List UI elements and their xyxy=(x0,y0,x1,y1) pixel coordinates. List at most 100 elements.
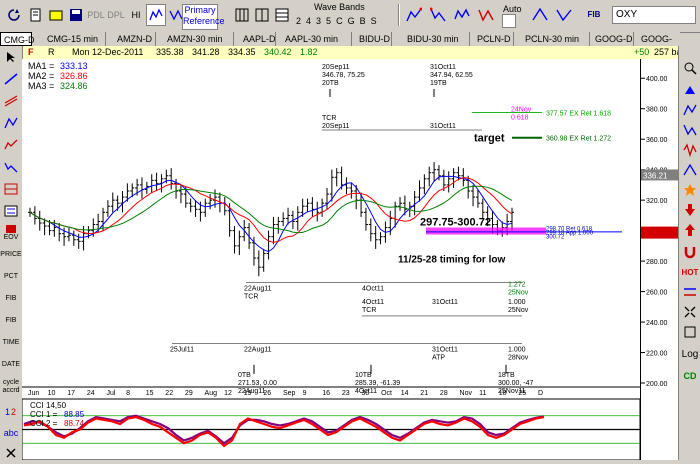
tab-pcln-30min[interactable]: PCLN-30 min xyxy=(522,32,590,46)
grid-icon[interactable] xyxy=(232,4,252,26)
wave-5-button[interactable]: 5 xyxy=(326,16,336,26)
magnet-icon[interactable] xyxy=(680,242,700,262)
hi-button[interactable]: HI xyxy=(126,4,146,26)
symbol-tabs: CMG-D CMG-15 min AMZN-D AMZN-30 min AAPL… xyxy=(0,32,680,47)
tab-bidu-30min[interactable]: BIDU-30 min xyxy=(404,32,470,46)
wave-2-button[interactable]: 2 xyxy=(296,16,306,26)
close-tool-icon[interactable] xyxy=(1,442,21,464)
open-document-icon[interactable] xyxy=(46,4,66,26)
tab-amzn-30min[interactable]: AMZN-30 min xyxy=(164,32,234,46)
fib-ext-1272-label: 360.98 EX Ret 1.272 xyxy=(546,136,611,143)
star-marker-icon[interactable] xyxy=(680,180,700,200)
price-chart-panel[interactable]: MA1 = 333.13 MA2 = 326.86 MA3 = 324.86 20Sep11… xyxy=(21,59,641,461)
pattern-arrow-icon[interactable] xyxy=(554,4,574,26)
wave-down-tool-icon[interactable] xyxy=(1,156,21,178)
fib-price-tool[interactable]: FIB xyxy=(1,288,21,310)
arrow-down-marker-icon[interactable] xyxy=(680,200,700,220)
target-range-band xyxy=(426,227,546,235)
new-document-icon[interactable] xyxy=(26,4,46,26)
pattern-triangle-icon[interactable] xyxy=(530,4,550,26)
x-axis-label: 23 xyxy=(342,390,350,397)
tab-pcln-d[interactable]: PCLN-D xyxy=(474,32,514,46)
wave-numbers[interactable]: 2435CGBS xyxy=(296,16,382,26)
wave-chart-icon[interactable] xyxy=(146,4,166,26)
primary-reference-toggle[interactable]: Primary Reference xyxy=(182,4,225,30)
pivot-label-31oct: 31Oct11 xyxy=(430,64,456,71)
hot-label[interactable]: HOT xyxy=(680,262,700,282)
price-chart-svg[interactable]: MA1 = 333.13 MA2 = 326.86 MA3 = 324.86 20Sep11… xyxy=(21,59,641,461)
table-icon[interactable] xyxy=(272,4,292,26)
abc-label-tool[interactable]: abc xyxy=(1,422,21,444)
x-axis-label: Nov xyxy=(460,390,473,397)
x-axis-label: 28 xyxy=(440,390,448,397)
cursor-tool-icon[interactable] xyxy=(1,46,21,68)
pattern-up-icon[interactable] xyxy=(404,4,424,26)
pct-tool[interactable]: PCT xyxy=(1,266,21,288)
line-style-icon[interactable] xyxy=(680,282,700,302)
price-tick-label: 360.00 xyxy=(646,137,668,144)
wave-label-tool-icon[interactable]: 12 xyxy=(1,400,21,422)
tab-cmg-15min[interactable]: CMG-15 min xyxy=(44,32,106,46)
tab-aapl-d[interactable]: AAPL-D xyxy=(240,32,276,46)
bar-high: 341.28 xyxy=(192,47,220,57)
save-icon[interactable] xyxy=(66,4,86,26)
date-tool[interactable]: DATE xyxy=(1,354,21,376)
wave-up-tool-icon[interactable] xyxy=(1,134,21,156)
wave-marker-down-icon[interactable] xyxy=(680,120,700,140)
wave-marker-mixed-icon[interactable] xyxy=(680,140,700,160)
scale-up-icon[interactable] xyxy=(680,220,700,240)
tab-amzn-d[interactable]: AMZN-D xyxy=(114,32,156,46)
tab-goog-d[interactable]: GOOG-D xyxy=(592,32,634,46)
tab-bidu-d[interactable]: BIDU-D xyxy=(356,32,392,46)
wave-s-button[interactable]: S xyxy=(371,16,382,26)
primary-label: Primary xyxy=(184,5,216,15)
wave-3-button[interactable]: 3 xyxy=(316,16,326,26)
x-axis-label: 18 xyxy=(499,390,507,397)
cd-toggle[interactable]: CD xyxy=(680,366,700,386)
left-tool-palette: EOV PRICE PCT FIB FIB TIME DATE cycle ac… xyxy=(0,46,23,460)
pattern-wave-icon[interactable] xyxy=(452,4,472,26)
channel-tool-icon[interactable] xyxy=(1,90,21,112)
cci-legend-value: 88.85 xyxy=(64,410,85,419)
fib-time-tool[interactable]: FIB xyxy=(1,310,21,332)
scroll-up-icon[interactable] xyxy=(680,80,700,100)
zoom-in-icon[interactable] xyxy=(680,58,700,78)
trendline-tool-icon[interactable] xyxy=(1,68,21,90)
price-axis-svg: 400.00380.00360.00340.00320.00300.00280.… xyxy=(641,76,679,388)
columns-icon[interactable] xyxy=(252,4,272,26)
wave-4-button[interactable]: 4 xyxy=(306,16,316,26)
auto-checkbox[interactable] xyxy=(502,14,516,28)
log-scale-toggle[interactable]: Log xyxy=(680,344,700,364)
price-tool[interactable]: PRICE xyxy=(0,244,21,266)
cci-legend-label: CCI 14,50 xyxy=(30,401,67,410)
tab-aapl-30min[interactable]: AAPL-30 min xyxy=(282,32,352,46)
expand-icon[interactable] xyxy=(680,322,700,342)
refresh-icon[interactable] xyxy=(4,4,24,26)
wave-marker-icon[interactable] xyxy=(680,100,700,120)
tab-cmg-d[interactable]: CMG-D xyxy=(0,32,35,46)
pdl-button[interactable]: PDL xyxy=(86,4,106,26)
time-tool[interactable]: TIME xyxy=(1,332,21,354)
pattern-down-icon[interactable] xyxy=(428,4,448,26)
aug22-label: 22Aug11 xyxy=(244,346,272,353)
pattern-zigzag-icon[interactable] xyxy=(476,4,496,26)
wave-c-button[interactable]: C xyxy=(336,16,348,26)
hot-text: HOT xyxy=(681,267,699,277)
eov-label: EOV xyxy=(3,234,19,241)
wave-b-button[interactable]: B xyxy=(360,16,371,26)
timing-text: 11/25-28 timing for low xyxy=(398,255,505,266)
ticker-input[interactable]: OXY xyxy=(612,6,696,24)
compress-icon[interactable] xyxy=(680,302,700,322)
oct4-tcr-label: TCR xyxy=(362,307,376,314)
fib-button[interactable]: FIB xyxy=(584,4,604,26)
abc-wave-tool-icon[interactable] xyxy=(1,112,21,134)
tab-goog-more[interactable]: GOOG- xyxy=(638,32,678,46)
eov-tool[interactable]: EOV xyxy=(1,222,21,244)
cci-legend-value: 88.74 xyxy=(64,419,85,428)
pattern-box-tool-icon[interactable] xyxy=(1,200,21,222)
wave-marker-alt-icon[interactable] xyxy=(680,160,700,180)
dpl-button[interactable]: DPL xyxy=(106,4,126,26)
wave-g-button[interactable]: G xyxy=(348,16,360,26)
cycle-accrd-tool[interactable]: cycle accrd xyxy=(1,376,21,398)
retrace-tool-icon[interactable] xyxy=(1,178,21,200)
